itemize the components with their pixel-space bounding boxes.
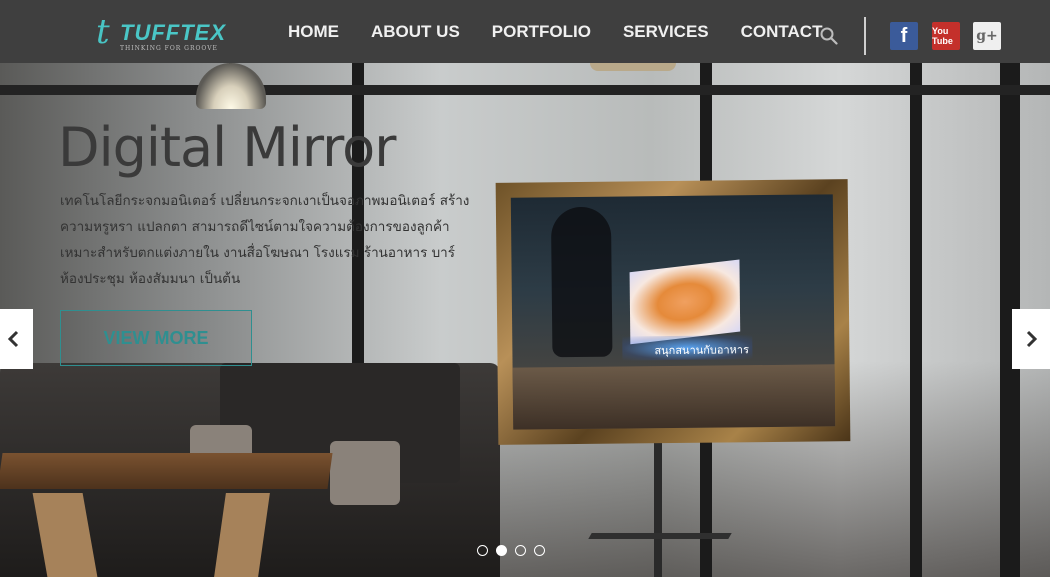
nav-home[interactable]: HOME — [272, 0, 355, 63]
slide-dot-2[interactable] — [496, 545, 507, 556]
nav-portfolio[interactable]: PORTFOLIO — [476, 0, 607, 63]
youtube-icon[interactable]: You Tube — [932, 22, 960, 50]
next-slide-button[interactable] — [1012, 309, 1050, 369]
tufftex-logo[interactable]: t TUFFTEX THINKING FOR GROOVE — [96, 14, 226, 54]
view-more-button[interactable]: VIEW MORE — [60, 310, 252, 366]
google-plus-icon[interactable]: g+ — [973, 22, 1001, 50]
reflection-figure — [550, 206, 613, 358]
chevron-right-icon — [1026, 330, 1038, 348]
window-frame — [0, 85, 1050, 95]
nav-about-us[interactable]: ABOUT US — [355, 0, 476, 63]
mirror-screen-text: สนุกสนานกับอาหาร — [654, 343, 750, 358]
mirror-screen-display — [629, 259, 741, 345]
top-navigation-bar: t TUFFTEX THINKING FOR GROOVE HOME ABOUT… — [0, 0, 1050, 63]
pendant-lamp — [590, 63, 676, 71]
search-icon[interactable] — [820, 27, 838, 45]
pillow — [330, 441, 400, 505]
main-nav: HOME ABOUT US PORTFOLIO SERVICES CONTACT — [272, 0, 838, 63]
logo-wordmark: TUFFTEX — [120, 20, 226, 45]
mirror-stand-base — [588, 533, 732, 539]
hero-slider: สนุกสนานกับอาหาร Digital Mirror เทคโนโลย… — [0, 63, 1050, 577]
reflection-tables — [512, 364, 836, 430]
facebook-icon[interactable]: f — [890, 22, 918, 50]
slide-description: เทคโนโลยีกระจกมอนิเตอร์ เปลี่ยนกระจกเงาเ… — [60, 193, 470, 287]
slide-dot-1[interactable] — [477, 545, 488, 556]
header-divider — [864, 17, 866, 55]
wooden-table — [0, 453, 333, 489]
nav-services[interactable]: SERVICES — [607, 0, 725, 63]
mirror-stand — [654, 440, 662, 577]
slide-dot-3[interactable] — [515, 545, 526, 556]
logo-tagline: THINKING FOR GROOVE — [120, 45, 218, 52]
window-frame — [910, 63, 922, 577]
slide-title: Digital Mirror — [58, 116, 396, 179]
previous-slide-button[interactable] — [0, 309, 33, 369]
slide-dot-4[interactable] — [534, 545, 545, 556]
logo-mark: t — [96, 12, 110, 52]
slide-pagination — [477, 545, 545, 556]
digital-mirror: สนุกสนานกับอาหาร — [510, 194, 836, 430]
digital-mirror-frame: สนุกสนานกับอาหาร — [495, 179, 851, 445]
pendant-lamp — [196, 63, 266, 109]
chevron-left-icon — [7, 330, 19, 348]
